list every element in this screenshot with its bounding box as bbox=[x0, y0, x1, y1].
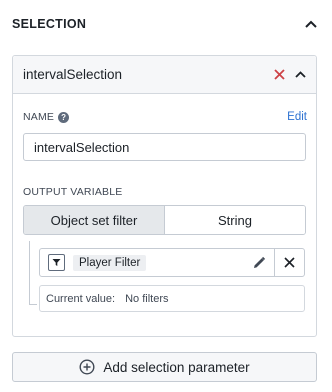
name-label: NAME ? bbox=[23, 111, 70, 123]
filter-icon bbox=[48, 254, 65, 271]
remove-filter-close-icon[interactable] bbox=[274, 249, 304, 276]
filter-rail-divider-bottom bbox=[29, 304, 37, 305]
collapse-section-chevron-up-icon[interactable] bbox=[304, 17, 318, 31]
remove-parameter-close-icon[interactable] bbox=[274, 69, 285, 80]
help-icon[interactable]: ? bbox=[58, 111, 70, 123]
filter-row: Player Filter bbox=[39, 248, 305, 277]
add-selection-parameter-button[interactable]: Add selection parameter bbox=[12, 352, 317, 382]
add-selection-parameter-label: Add selection parameter bbox=[103, 359, 250, 375]
section-header: SELECTION bbox=[0, 0, 332, 48]
name-field[interactable]: intervalSelection bbox=[23, 133, 306, 161]
output-variable-toggle: Object set filter String bbox=[23, 205, 306, 235]
filter-main[interactable]: Player Filter bbox=[40, 249, 274, 276]
object-set-filter-option[interactable]: Object set filter bbox=[24, 206, 164, 234]
name-field-value: intervalSelection bbox=[34, 139, 130, 155]
selection-parameter-card: intervalSelection NAME ? Edit intervalSe… bbox=[12, 55, 317, 337]
section-title: SELECTION bbox=[12, 17, 87, 31]
output-variable-label: OUTPUT VARIABLE bbox=[23, 186, 123, 198]
filter-tag: Player Filter bbox=[73, 254, 147, 271]
collapse-card-chevron-up-icon[interactable] bbox=[295, 71, 306, 78]
edit-filter-pencil-icon[interactable] bbox=[252, 256, 266, 270]
name-label-row: NAME ? Edit bbox=[23, 111, 307, 123]
filter-rail-divider bbox=[29, 241, 30, 305]
plus-circle-icon bbox=[79, 359, 95, 375]
card-header: intervalSelection bbox=[13, 56, 316, 94]
string-option[interactable]: String bbox=[164, 206, 305, 234]
name-label-text: NAME bbox=[23, 111, 55, 123]
current-value-row: Current value: No filters bbox=[39, 285, 305, 312]
edit-link[interactable]: Edit bbox=[287, 111, 307, 123]
current-value-label: Current value: bbox=[46, 292, 116, 305]
parameter-title: intervalSelection bbox=[23, 67, 123, 82]
current-value-text: No filters bbox=[125, 292, 169, 305]
